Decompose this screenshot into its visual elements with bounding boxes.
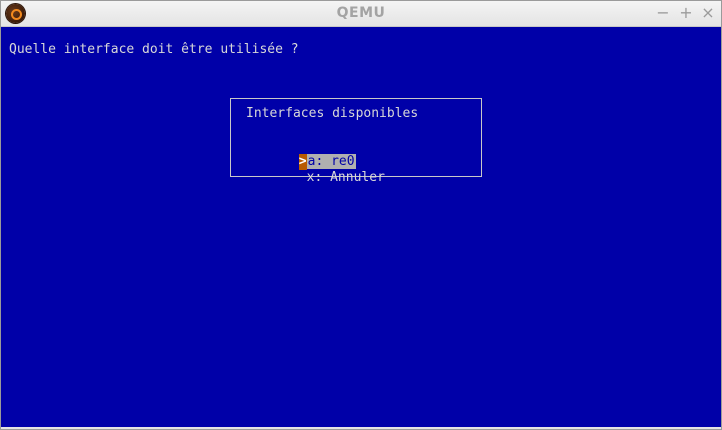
menu-item-re0[interactable]: >a: re0 <box>236 138 356 170</box>
menu-item-label: x: Annuler <box>306 170 385 185</box>
prompt-text: Quelle interface doit être utilisée ? <box>9 42 299 57</box>
qemu-window: QEMU − + × Quelle interface doit être ut… <box>0 0 722 430</box>
window-bottom-edge <box>1 427 721 429</box>
minimize-icon[interactable]: − <box>654 3 672 23</box>
close-icon[interactable]: × <box>699 3 717 23</box>
interface-dialog: Interfaces disponibles >a: re0 x: Annule… <box>230 98 482 185</box>
vm-display[interactable]: Quelle interface doit être utilisée ? In… <box>1 27 721 427</box>
title-bar[interactable]: QEMU − + × <box>1 1 721 27</box>
dialog-title: Interfaces disponibles <box>246 106 419 121</box>
menu-item-annuler[interactable]: x: Annuler <box>236 154 385 185</box>
window-title: QEMU <box>336 5 386 21</box>
maximize-icon[interactable]: + <box>677 3 695 23</box>
